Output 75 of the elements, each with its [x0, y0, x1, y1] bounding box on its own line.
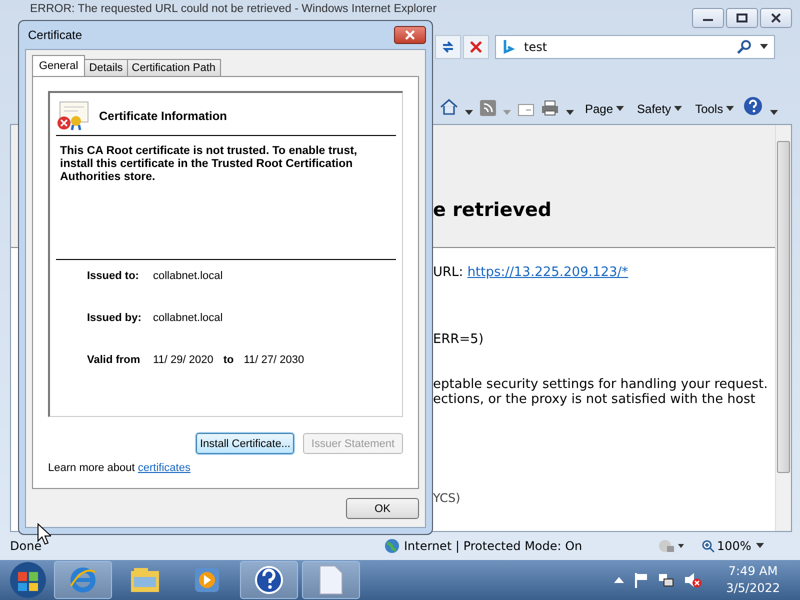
- close-button[interactable]: [760, 8, 792, 28]
- play-icon: [194, 567, 220, 593]
- flag-icon[interactable]: [634, 572, 648, 588]
- page-heading: e retrieved: [433, 199, 552, 221]
- caret-icon[interactable]: [760, 44, 768, 50]
- search-icon[interactable]: [736, 39, 752, 55]
- maximize-icon: [736, 13, 748, 23]
- zoom-icon: [702, 540, 715, 552]
- taskbar-document-button[interactable]: [302, 561, 360, 599]
- caret-icon: [616, 106, 624, 112]
- dialog-tab[interactable]: General: [32, 55, 86, 76]
- caret-icon[interactable]: [770, 110, 778, 116]
- minimize-button[interactable]: [692, 8, 724, 28]
- refresh-icon: [440, 39, 456, 55]
- field-value: collabnet.local: [153, 270, 223, 282]
- caret-icon[interactable]: [566, 110, 574, 116]
- info-title: Certificate Information: [99, 109, 228, 123]
- error-text: ERR=5): [433, 332, 485, 347]
- network-icon[interactable]: [658, 572, 674, 588]
- field-label: to: [223, 354, 234, 366]
- folder-icon: [130, 567, 160, 593]
- field-label: Valid from: [87, 354, 142, 366]
- refresh-button[interactable]: [435, 35, 461, 59]
- ok-button[interactable]: OK: [346, 498, 419, 519]
- security-zone[interactable]: Internet | Protected Mode: On: [404, 539, 654, 553]
- dialog-tab[interactable]: Certification Path: [126, 59, 221, 76]
- browser-icon: [69, 566, 97, 594]
- dialog-tab[interactable]: Details: [84, 59, 128, 76]
- globe-icon: [384, 538, 400, 554]
- caret-icon[interactable]: [465, 110, 473, 116]
- zoom-level[interactable]: 100%: [702, 539, 752, 553]
- help-icon[interactable]: [743, 96, 764, 116]
- untrusted-certificate-icon: [56, 101, 90, 131]
- muted-speaker-icon[interactable]: [684, 572, 702, 588]
- valid-from-date: 11/ 29/ 2020: [153, 354, 214, 366]
- learn-more-text: Learn more about: [48, 462, 135, 474]
- maximize-button[interactable]: [726, 8, 758, 28]
- url-label: URL:: [433, 265, 464, 280]
- dialog-button[interactable]: Install Certificate...: [196, 433, 294, 454]
- certificates-link[interactable]: certificates: [138, 462, 190, 474]
- search-field[interactable]: test: [495, 35, 775, 59]
- dialog-title: Certificate: [28, 28, 82, 42]
- tray-arrow-icon[interactable]: [614, 577, 624, 583]
- page-footer-text: YCS): [433, 491, 462, 505]
- mail-icon[interactable]: [518, 104, 534, 116]
- close-button[interactable]: [394, 26, 426, 44]
- url-link[interactable]: https://13.225.209.123/*: [467, 265, 628, 280]
- home-icon[interactable]: [440, 98, 458, 116]
- caret-icon: [726, 106, 734, 112]
- command-menu[interactable]: Tools: [693, 102, 736, 116]
- valid-to-date: 11/ 27/ 2030: [244, 354, 304, 366]
- command-menu[interactable]: Safety: [635, 102, 684, 116]
- close-icon: [770, 13, 782, 23]
- field-label: Issued by:: [87, 312, 142, 324]
- stop-icon: [469, 40, 483, 54]
- printer-icon[interactable]: [541, 100, 559, 116]
- document-icon: [319, 565, 343, 595]
- help-icon: [254, 565, 284, 595]
- feed-icon[interactable]: [480, 100, 496, 116]
- scrollbar[interactable]: [775, 125, 791, 531]
- window-title: ERROR: The requested URL could not be retrieved - Windows Internet Explorer: [30, 3, 438, 15]
- taskbar-help-button[interactable]: [240, 561, 298, 599]
- search-provider-icon: [502, 39, 516, 55]
- stop-button[interactable]: [463, 35, 489, 59]
- clock-date[interactable]: 3/5/2022: [726, 580, 780, 597]
- trust-message: This CA Root certificate is not trusted. To enable trust, install this certificate in the Trusted Root Certification Authorities store.: [56, 136, 396, 260]
- field-label: Issued to:: [87, 270, 140, 282]
- page-paragraph: eptable security settings for handling your request. ections, or the proxy is not satisfied with the host: [433, 377, 769, 407]
- clock-time[interactable]: 7:49 AM: [728, 563, 778, 580]
- caret-icon[interactable]: [756, 543, 764, 549]
- caret-icon: [674, 106, 682, 112]
- field-value: collabnet.local: [153, 312, 223, 324]
- close-icon: [404, 30, 416, 40]
- command-menu[interactable]: Page: [583, 102, 626, 116]
- status-text: Done: [10, 539, 43, 553]
